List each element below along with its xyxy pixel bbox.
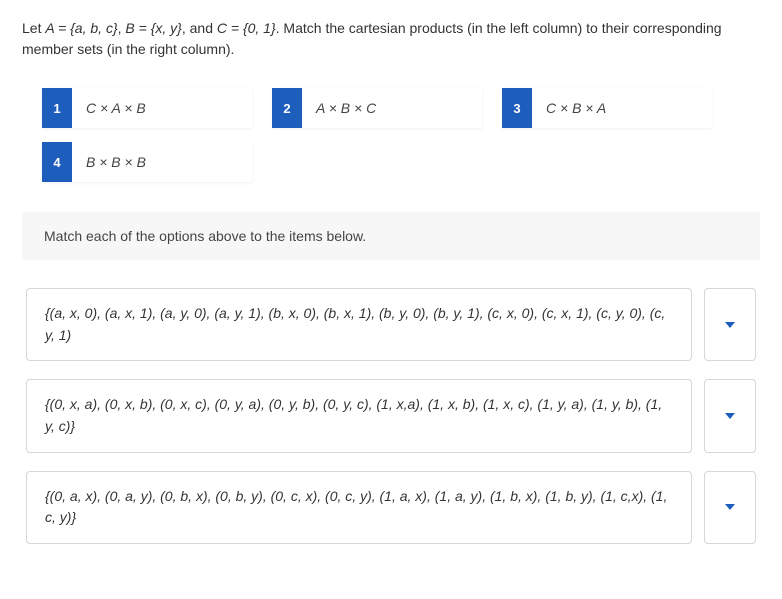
match-instruction: Match each of the options above to the i… <box>22 212 760 260</box>
set-c: C = {0, 1} <box>217 20 276 36</box>
chevron-down-icon <box>725 413 735 419</box>
option-label: C × A × B <box>72 88 252 128</box>
answer-dropdown[interactable] <box>704 379 756 452</box>
option-label: C × B × A <box>532 88 712 128</box>
answer-row: {(0, x, a), (0, x, b), (0, x, c), (0, y,… <box>26 379 756 452</box>
option-1[interactable]: 1 C × A × B <box>42 88 252 128</box>
chevron-down-icon <box>725 322 735 328</box>
prompt-sep2: , and <box>182 20 217 36</box>
answer-text: {(0, a, x), (0, a, y), (0, b, x), (0, b,… <box>26 471 692 544</box>
answer-text: {(a, x, 0), (a, x, 1), (a, y, 0), (a, y,… <box>26 288 692 361</box>
option-2[interactable]: 2 A × B × C <box>272 88 482 128</box>
prompt-prefix: Let <box>22 20 45 36</box>
answer-row: {(a, x, 0), (a, x, 1), (a, y, 0), (a, y,… <box>26 288 756 361</box>
options-grid: 1 C × A × B 2 A × B × C 3 C × B × A 4 B … <box>22 88 760 182</box>
answer-dropdown[interactable] <box>704 471 756 544</box>
option-number: 1 <box>42 88 72 128</box>
chevron-down-icon <box>725 504 735 510</box>
answer-row: {(0, a, x), (0, a, y), (0, b, x), (0, b,… <box>26 471 756 544</box>
set-a: A = {a, b, c} <box>45 20 117 36</box>
set-b: B = {x, y} <box>125 20 181 36</box>
option-label: A × B × C <box>302 88 482 128</box>
option-label: B × B × B <box>72 142 252 182</box>
option-number: 3 <box>502 88 532 128</box>
option-number: 4 <box>42 142 72 182</box>
answer-dropdown[interactable] <box>704 288 756 361</box>
question-prompt: Let A = {a, b, c}, B = {x, y}, and C = {… <box>22 18 760 60</box>
answer-text: {(0, x, a), (0, x, b), (0, x, c), (0, y,… <box>26 379 692 452</box>
option-3[interactable]: 3 C × B × A <box>502 88 712 128</box>
option-4[interactable]: 4 B × B × B <box>42 142 252 182</box>
answers-list: {(a, x, 0), (a, x, 1), (a, y, 0), (a, y,… <box>22 288 760 544</box>
option-number: 2 <box>272 88 302 128</box>
